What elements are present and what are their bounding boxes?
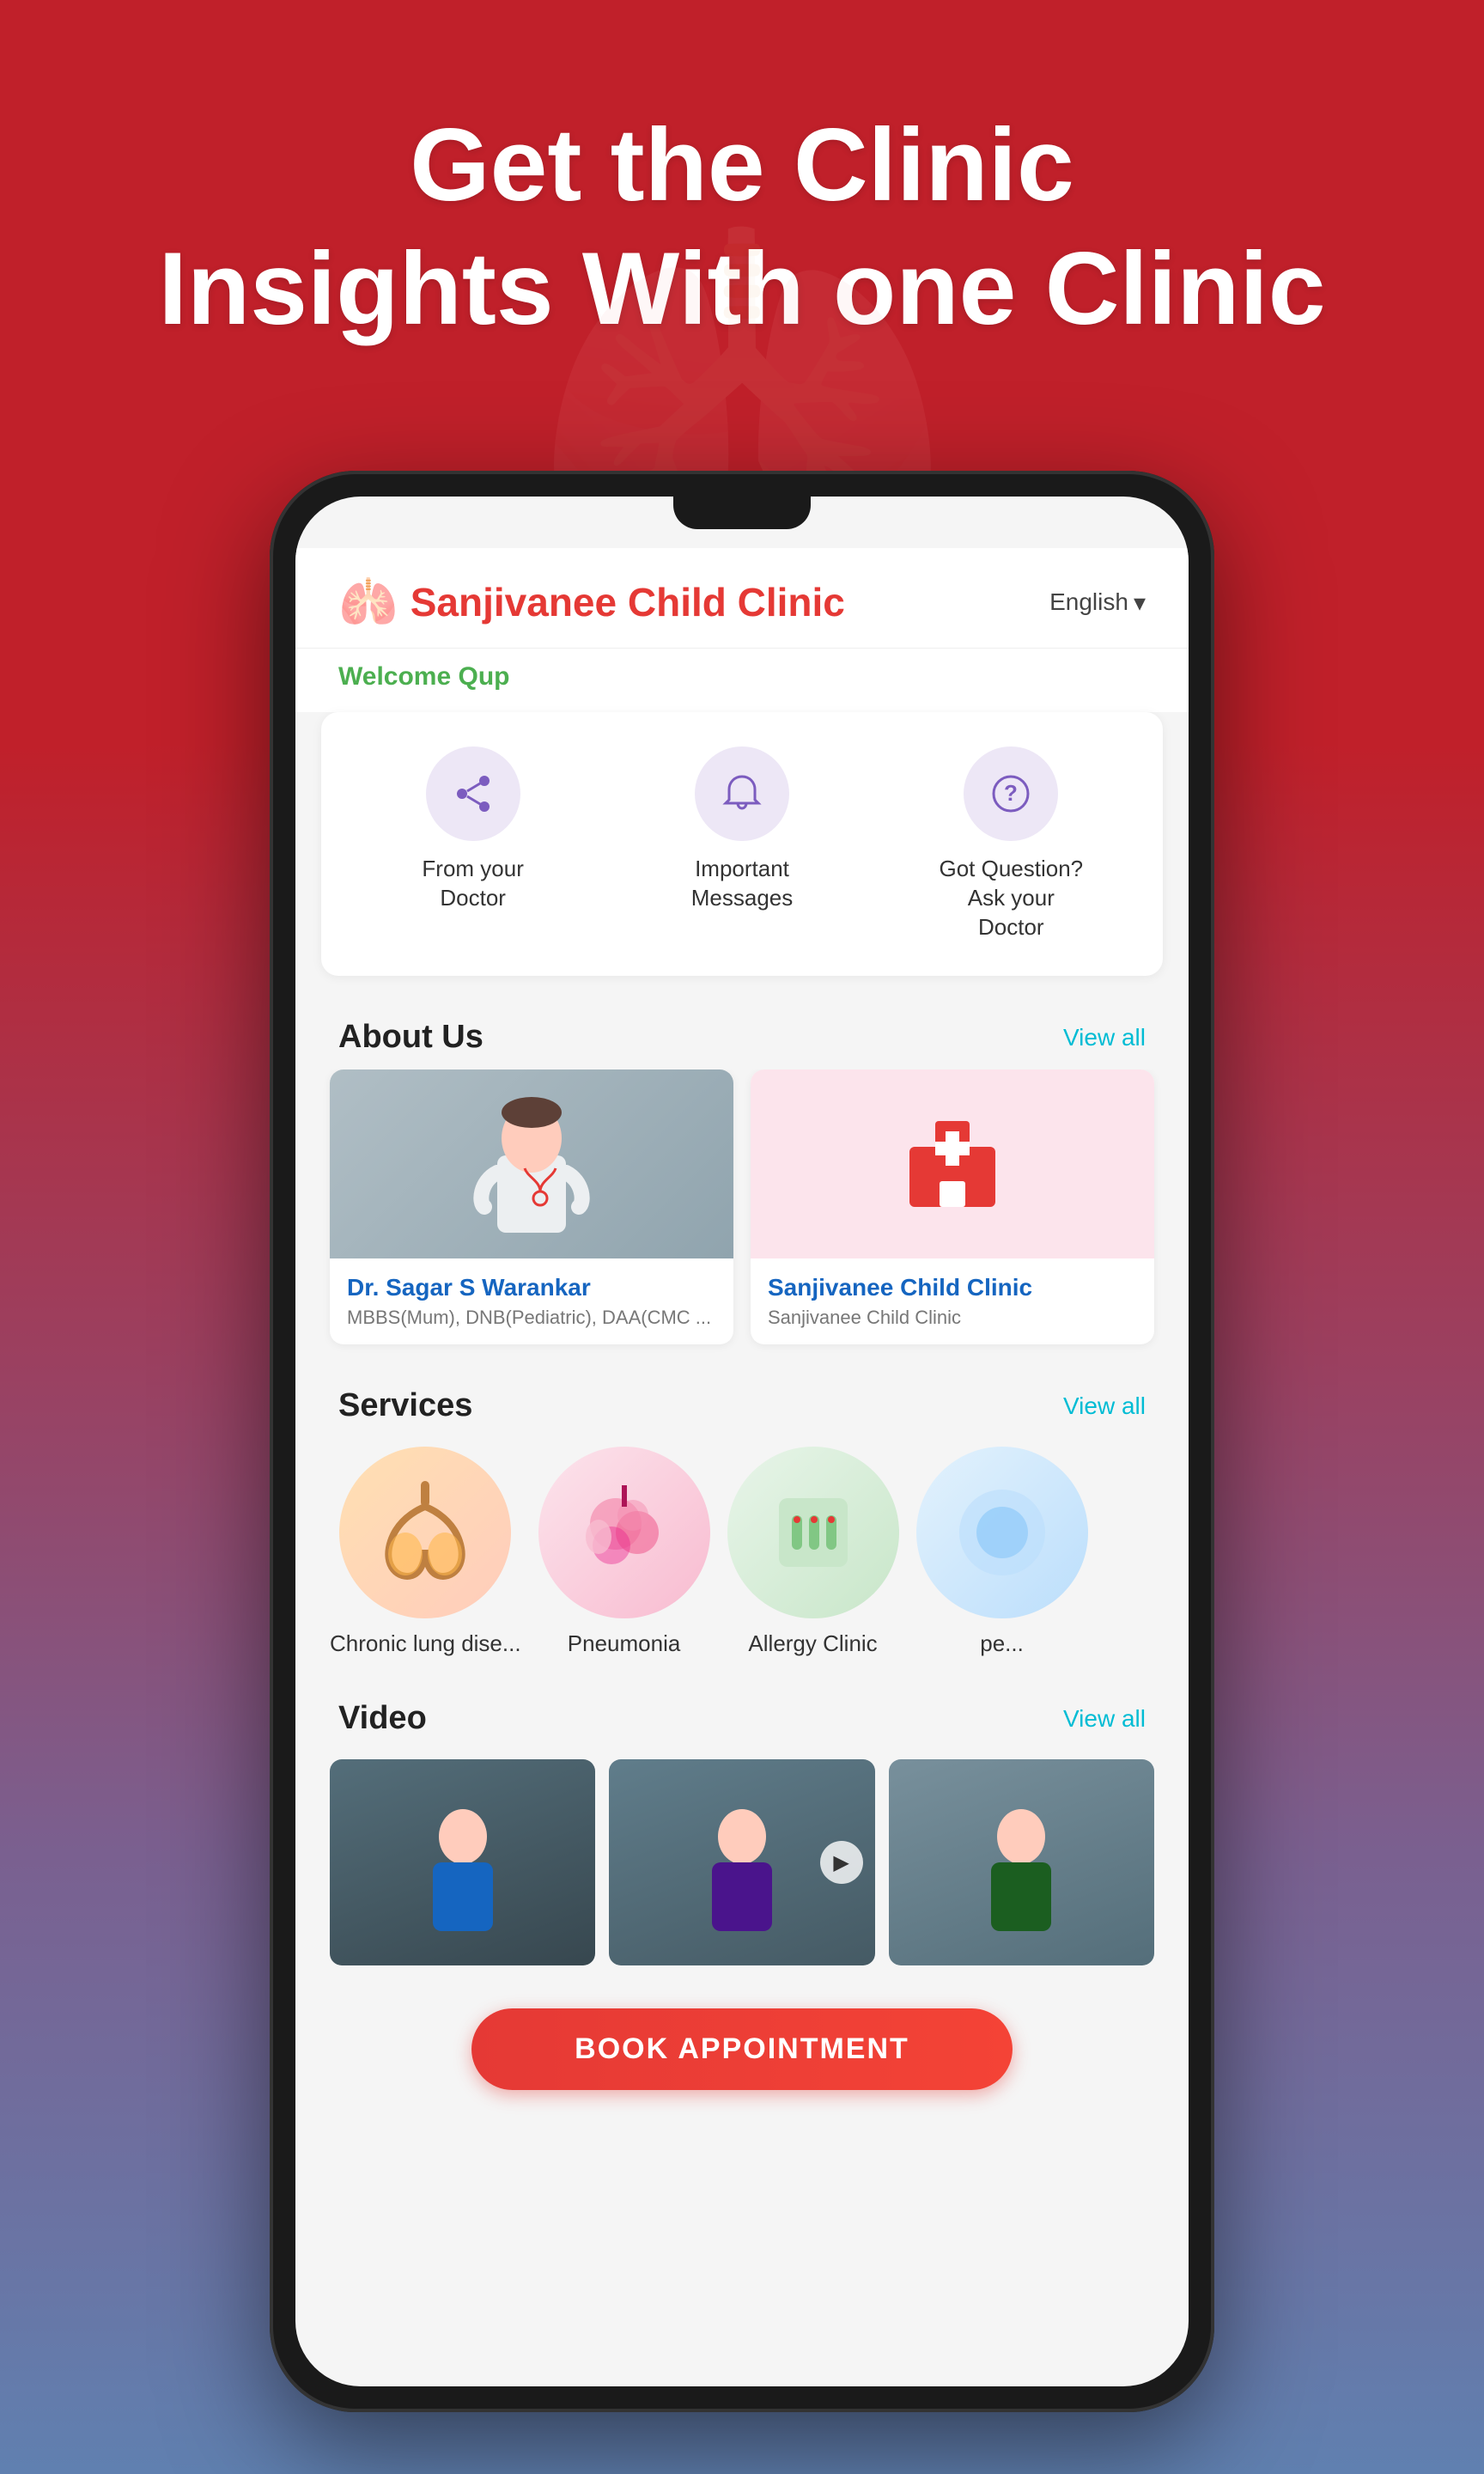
video-thumb-2[interactable]: ▶ [609,1759,874,1965]
clinic-card-image [751,1069,1154,1258]
welcome-bar: Welcome Qup [295,649,1189,712]
language-arrow-icon: ▾ [1134,588,1146,617]
allergy-image [727,1447,899,1618]
ask-doctor-icon: ? [964,746,1058,841]
doctor-credentials: MBBS(Mum), DNB(Pediatric), DAA(CMC ... [347,1307,716,1329]
clinic-card-sub: Sanjivanee Child Clinic [768,1307,1137,1329]
video-title: Video [338,1700,427,1737]
service-pe[interactable]: pe... [916,1447,1088,1657]
video-thumbnails-row: ▶ [295,1751,1189,1991]
phone-notch [673,497,811,529]
about-view-all[interactable]: View all [1063,1024,1146,1051]
clinic-card-info: Sanjivanee Child Clinic Sanjivanee Child… [751,1258,1154,1344]
phone-outer-shell: 🫁 Sanjivanee Child Clinic English ▾ Welc… [270,471,1214,2412]
about-us-section: About Us View all [295,1002,1189,1370]
pe-image [916,1447,1088,1618]
services-section-header: Services View all [295,1370,1189,1438]
video-person-1 [330,1759,595,1965]
service-allergy[interactable]: Allergy Clinic [727,1447,899,1657]
video-person-3 [889,1759,1154,1965]
pneumonia-label: Pneumonia [568,1630,681,1657]
quick-actions-panel: From your Doctor Important Messages [321,712,1163,976]
app-content: 🫁 Sanjivanee Child Clinic English ▾ Welc… [295,497,1189,2386]
pneumonia-image [538,1447,710,1618]
clinic-card[interactable]: Sanjivanee Child Clinic Sanjivanee Child… [751,1069,1154,1344]
svg-text:?: ? [1004,780,1018,806]
video-thumb-3[interactable] [889,1759,1154,1965]
book-appointment-button[interactable]: BOOK APPOINTMENT [471,2008,1013,2090]
action-from-doctor[interactable]: From your Doctor [338,746,607,941]
about-cards-row: Dr. Sagar S Warankar MBBS(Mum), DNB(Pedi… [295,1069,1189,1370]
video-view-all[interactable]: View all [1063,1705,1146,1733]
service-pneumonia[interactable]: Pneumonia [538,1447,710,1657]
video-play-icon[interactable]: ▶ [820,1841,863,1884]
services-row: Chronic lung dise... [295,1438,1189,1683]
chronic-lung-label: Chronic lung dise... [330,1630,521,1657]
video-section: Video View all [295,1683,1189,1991]
chronic-lung-image [339,1447,511,1618]
doctor-name: Dr. Sagar S Warankar [347,1274,716,1301]
book-appointment-bar: BOOK APPOINTMENT [295,1991,1189,2107]
video-thumb-1[interactable] [330,1759,595,1965]
services-view-all[interactable]: View all [1063,1392,1146,1420]
from-doctor-label: From your Doctor [396,855,550,913]
doctor-photo [330,1069,733,1258]
allergy-label: Allergy Clinic [748,1630,877,1657]
doctor-card-info: Dr. Sagar S Warankar MBBS(Mum), DNB(Pedi… [330,1258,733,1344]
app-header: 🫁 Sanjivanee Child Clinic English ▾ [295,548,1189,649]
service-chronic-lung[interactable]: Chronic lung dise... [330,1447,521,1657]
action-ask-doctor[interactable]: ? Got Question? Ask your Doctor [877,746,1146,941]
language-text: English [1049,588,1128,616]
welcome-text: Welcome Qup [338,662,509,692]
clinic-logo: 🫁 Sanjivanee Child Clinic [338,574,845,631]
about-section-header: About Us View all [295,1002,1189,1069]
phone-device: 🫁 Sanjivanee Child Clinic English ▾ Welc… [270,471,1214,2412]
action-important-messages[interactable]: Important Messages [607,746,876,941]
services-title: Services [338,1387,472,1424]
from-doctor-icon [426,746,520,841]
doctor-card[interactable]: Dr. Sagar S Warankar MBBS(Mum), DNB(Pedi… [330,1069,733,1344]
video-section-header: Video View all [295,1683,1189,1751]
services-section: Services View all [295,1370,1189,1683]
clinic-card-name: Sanjivanee Child Clinic [768,1274,1137,1301]
phone-screen: 🫁 Sanjivanee Child Clinic English ▾ Welc… [295,497,1189,2386]
clinic-name-text: Sanjivanee Child Clinic [411,579,845,625]
ask-doctor-label: Got Question? Ask your Doctor [934,855,1088,941]
about-title: About Us [338,1019,484,1056]
language-selector[interactable]: English ▾ [1049,588,1146,617]
pe-label: pe... [980,1630,1024,1657]
messages-label: Important Messages [665,855,819,913]
messages-icon [695,746,789,841]
clinic-logo-icon: 🫁 [338,574,398,631]
